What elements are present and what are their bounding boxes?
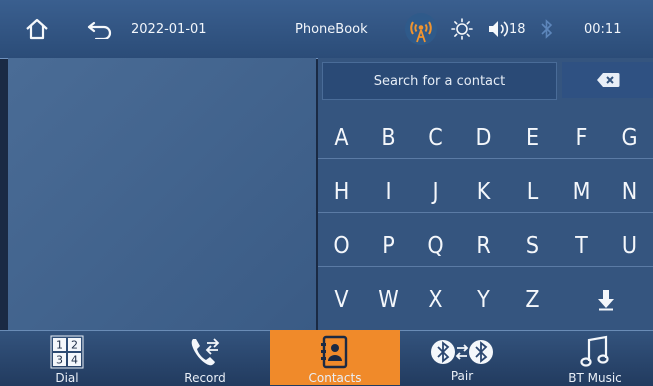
key-d[interactable]: D [460, 112, 507, 164]
key-a[interactable]: A [318, 112, 365, 164]
key-e[interactable]: E [509, 112, 556, 164]
key-p[interactable]: P [365, 220, 412, 272]
down-arrow-icon [597, 290, 614, 311]
hide-keyboard-button[interactable] [582, 274, 629, 326]
clock-text: 00:11 [584, 21, 622, 37]
brightness-icon [451, 0, 473, 58]
key-i[interactable]: I [365, 166, 412, 218]
key-t[interactable]: T [558, 220, 605, 272]
key-v[interactable]: V [318, 274, 365, 326]
key-r[interactable]: R [460, 220, 507, 272]
bluetooth-icon [540, 0, 554, 58]
key-b[interactable]: B [365, 112, 412, 164]
contact-list-area[interactable] [8, 58, 316, 330]
nav-pair-label: Pair [450, 369, 474, 383]
nav-bt-music-label: BT Music [568, 371, 622, 385]
key-m[interactable]: M [558, 166, 605, 218]
nav-dial[interactable]: 1 2 3 4 Dial [2, 330, 132, 385]
bluetooth-pair-icon [431, 340, 493, 364]
nav-contacts-label: Contacts [308, 371, 362, 385]
key-k[interactable]: K [460, 166, 507, 218]
page-title: PhoneBook [295, 21, 368, 37]
dial-digit: 4 [71, 354, 78, 367]
key-h[interactable]: H [318, 166, 365, 218]
nav-contacts[interactable]: Contacts [270, 330, 400, 385]
key-o[interactable]: O [318, 220, 365, 272]
key-c[interactable]: C [412, 112, 459, 164]
dial-digit: 3 [56, 354, 63, 367]
key-y[interactable]: Y [460, 274, 507, 326]
key-z[interactable]: Z [509, 274, 556, 326]
backspace-button[interactable] [562, 62, 653, 98]
dial-digit: 2 [71, 339, 78, 352]
contacts-book-icon [321, 335, 348, 369]
radio-signal-icon [404, 0, 438, 58]
key-g[interactable]: G [606, 112, 653, 164]
volume-icon [487, 0, 509, 58]
home-icon[interactable] [24, 0, 50, 58]
key-s[interactable]: S [509, 220, 556, 272]
date-text: 2022-01-01 [131, 21, 207, 37]
nav-pair[interactable]: Pair [397, 330, 527, 385]
status-bar: 2022-01-01 PhoneBook 18 00:11 [0, 0, 653, 59]
search-input[interactable]: Search for a contact [322, 62, 557, 100]
dial-digit: 1 [56, 339, 63, 352]
key-f[interactable]: F [558, 112, 605, 164]
music-note-icon [580, 335, 609, 367]
dialpad-icon: 1 2 3 4 [50, 335, 84, 369]
nav-record-label: Record [184, 371, 226, 385]
key-u[interactable]: U [606, 220, 653, 272]
key-w[interactable]: W [365, 274, 412, 326]
backspace-icon [596, 73, 619, 87]
key-x[interactable]: X [412, 274, 459, 326]
nav-dial-label: Dial [55, 371, 79, 385]
volume-level: 18 [509, 21, 526, 37]
back-icon[interactable] [86, 0, 114, 58]
key-q[interactable]: Q [412, 220, 459, 272]
call-record-icon [191, 338, 220, 366]
nav-bt-music[interactable]: BT Music [530, 330, 653, 385]
key-l[interactable]: L [509, 166, 556, 218]
nav-record[interactable]: Record [140, 330, 270, 385]
key-n[interactable]: N [606, 166, 653, 218]
key-j[interactable]: J [412, 166, 459, 218]
